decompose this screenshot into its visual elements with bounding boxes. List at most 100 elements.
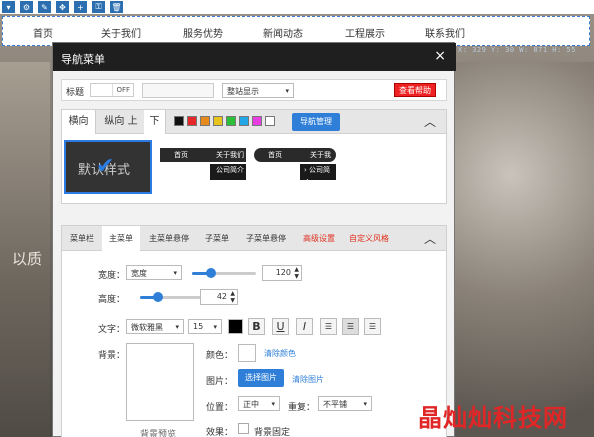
nav-item-contact[interactable]: 联系我们	[425, 25, 465, 40]
tab-menubar[interactable]: 菜单栏	[62, 226, 102, 251]
font-size-select[interactable]: 15 ▾	[188, 319, 222, 334]
nav-item-about[interactable]: 关于我们	[101, 25, 141, 40]
width-slider-handle[interactable]	[206, 268, 216, 278]
height-input[interactable]: 42 ▲ ▼	[200, 289, 238, 305]
preview-nav-about: 关于我们	[216, 151, 244, 159]
align-center-icon[interactable]: ☰	[342, 318, 359, 335]
choose-image-button[interactable]: 选择图片	[238, 369, 284, 387]
style-card-rounded[interactable]: 首页 关于我们 › 公司简介	[250, 140, 338, 194]
height-slider-handle[interactable]	[153, 292, 163, 302]
position-select[interactable]: 正中 ▾	[238, 396, 280, 411]
height-value: 42	[216, 292, 227, 301]
toggle-knob	[91, 84, 113, 96]
chevron-down-icon: ▾	[363, 400, 367, 408]
underline-button[interactable]: U	[272, 318, 289, 335]
color-swatch-red[interactable]	[187, 116, 197, 126]
title-input[interactable]	[142, 83, 214, 98]
color-label: 颜色：	[206, 351, 234, 361]
width-input[interactable]: 120 ▲ ▼	[262, 265, 302, 281]
background-label: 背景：	[98, 351, 126, 361]
italic-button[interactable]: I	[296, 318, 313, 335]
plus-icon[interactable]: +	[74, 1, 87, 13]
color-swatch-yellow[interactable]	[213, 116, 223, 126]
nav-item-services[interactable]: 服务优势	[183, 25, 223, 40]
style-card-default[interactable]: 默认样式 ✔	[64, 140, 152, 194]
repeat-label: 重复：	[288, 403, 316, 413]
width-slider[interactable]	[192, 268, 256, 278]
gear-icon[interactable]: ⚙	[20, 1, 33, 13]
background-preview	[126, 343, 194, 421]
height-slider[interactable]	[140, 292, 204, 302]
repeat-select[interactable]: 不平铺 ▾	[318, 396, 372, 411]
style-card-dark-bar[interactable]: 首页 关于我们 公司简介	[160, 140, 248, 194]
width-mode-select[interactable]: 宽度 ▾	[126, 265, 182, 280]
chevron-down-icon: ▾	[173, 269, 177, 277]
display-scope-select[interactable]: 整站显示 ▾	[222, 83, 294, 98]
width-label: 宽度：	[98, 271, 126, 281]
nav-item-projects[interactable]: 工程展示	[345, 25, 385, 40]
color-swatch-green[interactable]	[226, 116, 236, 126]
fixed-background-checkbox[interactable]	[238, 423, 249, 434]
color-swatch-orange[interactable]	[200, 116, 210, 126]
dialog-header: 导航菜单 ×	[53, 43, 456, 71]
nav-item-news[interactable]: 新闻动态	[263, 25, 303, 40]
view-help-button[interactable]: 查看帮助	[394, 83, 436, 97]
nav-item-home[interactable]: 首页	[33, 25, 53, 40]
tab-main-menu[interactable]: 主菜单	[102, 226, 140, 251]
nav-menu-dialog: 导航菜单 × 标题 OFF 整站显示 ▾ 查看帮助 横向 纵向 上 下 导航管理…	[52, 42, 456, 437]
close-icon[interactable]: ×	[434, 48, 446, 64]
background-color-picker[interactable]	[238, 344, 256, 362]
bold-button[interactable]: B	[248, 318, 265, 335]
color-swatch-blue[interactable]	[239, 116, 249, 126]
tab-main-menu-hover[interactable]: 主菜单悬停	[142, 226, 196, 251]
stepper-icon[interactable]: ▲ ▼	[294, 266, 299, 280]
chevron-down-icon[interactable]: ▾	[2, 1, 15, 13]
collapse-icon[interactable]: ︿	[424, 230, 436, 247]
tab-advanced-settings[interactable]: 高级设置	[296, 226, 342, 251]
collapse-icon[interactable]: ︿	[424, 113, 436, 130]
chevron-down-icon: ▾	[285, 87, 289, 95]
position-label: 位置：	[206, 403, 234, 413]
tab-submenu-hover[interactable]: 子菜单悬停	[238, 226, 294, 251]
dialog-title: 导航菜单	[61, 53, 105, 66]
stepper-icon[interactable]: ▲ ▼	[230, 290, 235, 304]
chevron-down-icon: ▾	[213, 323, 217, 331]
check-icon: ✔	[96, 154, 115, 179]
tab-custom-style[interactable]: 自定义风格	[344, 226, 394, 251]
clear-color-link[interactable]: 清除颜色	[264, 348, 296, 359]
font-family-select[interactable]: 微软雅黑 ▾	[126, 319, 184, 334]
preview-nav-home: 首页	[174, 151, 188, 159]
font-family-value: 微软雅黑	[131, 323, 163, 332]
pencil-icon[interactable]: ✎	[38, 1, 51, 13]
width-value: 120	[275, 268, 291, 277]
title-label: 标题	[66, 88, 85, 98]
align-right-icon[interactable]: ☰	[364, 318, 381, 335]
tab-horizontal[interactable]: 横向	[62, 110, 96, 134]
preview-nav-home: 首页	[268, 151, 282, 159]
text-color-picker[interactable]	[228, 319, 243, 334]
color-swatch-black[interactable]	[174, 116, 184, 126]
clear-image-link[interactable]: 清除图片	[292, 374, 324, 385]
coordinate-readout: X: 329 Y: 30 W: 871 H: 55	[458, 46, 576, 54]
preview-submenu: › 公司简介	[300, 164, 336, 187]
preview-submenu-label: 公司简介	[304, 166, 331, 187]
tab-submenu[interactable]: 子菜单	[198, 226, 236, 251]
align-left-icon[interactable]: ☰	[320, 318, 337, 335]
display-scope-value: 整站显示	[227, 87, 259, 96]
preview-nav-rounded: 首页 关于我们	[254, 148, 336, 173]
width-mode-value: 宽度	[131, 269, 147, 278]
fixed-background-label: 背景固定	[254, 428, 291, 437]
trash-icon[interactable]: 🗑	[110, 1, 123, 13]
lock-icon[interactable]: ⚿	[92, 1, 105, 13]
tab-vertical-down[interactable]: 下	[144, 110, 166, 134]
watermark-text: 晶灿灿科技网	[418, 404, 568, 432]
chevron-down-icon: ▾	[175, 323, 179, 331]
tab-vertical-up[interactable]: 纵向 上	[98, 110, 144, 134]
move-icon[interactable]: ✥	[56, 1, 69, 13]
title-toggle[interactable]: OFF	[90, 83, 134, 97]
position-value: 正中	[243, 400, 259, 409]
nav-manage-button[interactable]: 导航管理	[292, 113, 340, 131]
color-swatch-white[interactable]	[265, 116, 275, 126]
color-swatch-magenta[interactable]	[252, 116, 262, 126]
text-label: 文字：	[98, 325, 126, 335]
